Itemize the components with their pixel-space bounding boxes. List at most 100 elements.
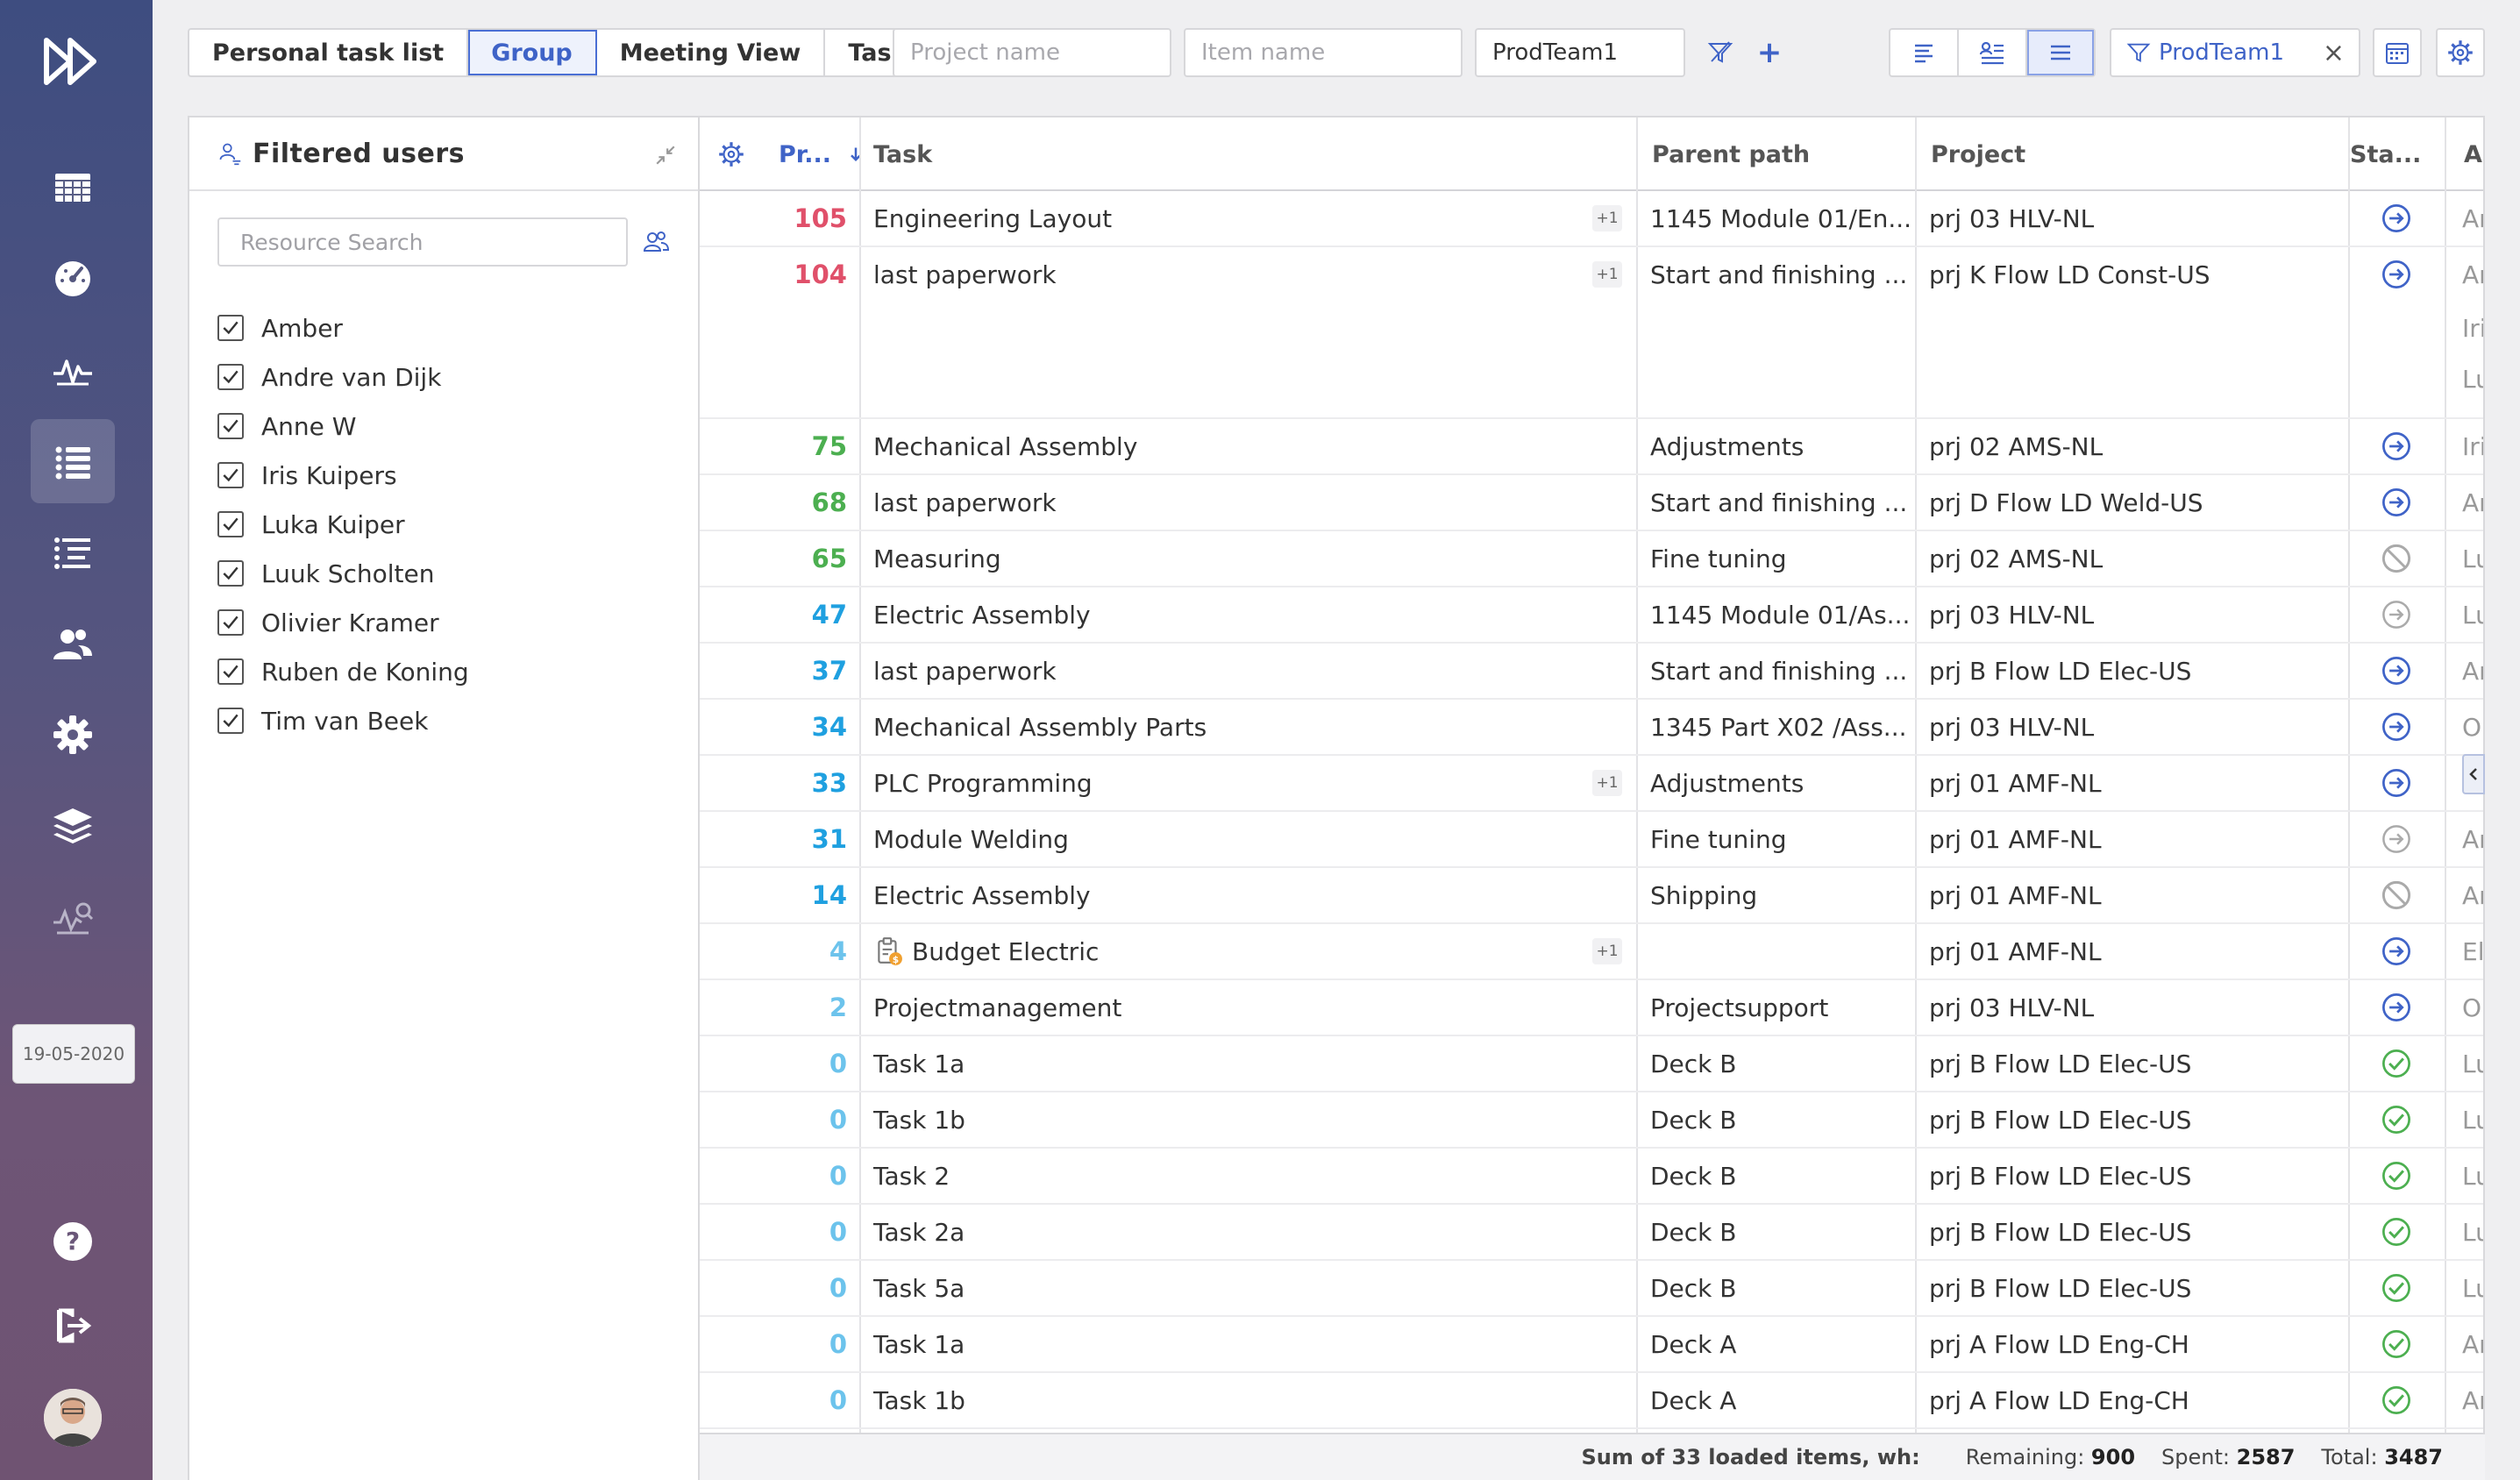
project-name[interactable]: prj D Flow LD Weld-US <box>1929 475 2341 530</box>
column-status[interactable]: Sta... <box>2336 117 2450 191</box>
project-name-input[interactable] <box>893 28 1171 77</box>
table-row[interactable]: 65 Measuring Fine tuning prj 02 AMS-NL Lu <box>700 531 2483 587</box>
project-name[interactable]: prj K Flow LD Const-US <box>1929 247 2341 302</box>
project-name[interactable]: prj 01 AMF-NL <box>1929 812 2341 866</box>
project-name[interactable]: prj 03 HLV-NL <box>1929 587 2341 642</box>
status-indicator[interactable] <box>2366 419 2427 473</box>
current-date-chip[interactable]: 19-05-2020 <box>12 1024 135 1084</box>
status-indicator[interactable] <box>2366 1261 2427 1315</box>
task-name[interactable]: Mechanical Assembly Parts <box>873 700 1594 754</box>
status-indicator[interactable] <box>2366 587 2427 642</box>
task-name[interactable]: Task 2 <box>873 1149 1594 1203</box>
task-name[interactable]: last paperwork <box>873 644 1594 698</box>
tab-group[interactable]: Group <box>468 30 597 75</box>
table-row[interactable]: 37 last paperwork Start and finishing ... p… <box>700 644 2483 700</box>
user-filter-item[interactable]: Luuk Scholten <box>217 549 469 598</box>
task-name[interactable]: PLC Programming <box>873 756 1594 810</box>
task-name[interactable]: Task 1b <box>873 1092 1594 1147</box>
gantt-list-icon[interactable] <box>31 510 115 594</box>
status-indicator[interactable] <box>2366 475 2427 530</box>
table-row[interactable]: 33 PLC Programming +1 Adjustments prj 01 AMF… <box>700 756 2483 812</box>
table-row[interactable]: 47 Electric Assembly 1145 Module 01/As... p… <box>700 587 2483 644</box>
task-name[interactable]: Task 1a <box>873 1036 1594 1091</box>
status-indicator[interactable] <box>2366 1373 2427 1427</box>
user-checkbox[interactable] <box>217 511 244 537</box>
status-indicator[interactable] <box>2366 980 2427 1035</box>
status-indicator[interactable] <box>2366 812 2427 866</box>
status-indicator[interactable] <box>2366 1205 2427 1259</box>
project-name[interactable]: prj B Flow LD Elec-US <box>1929 1205 2341 1259</box>
extra-assignee-badge[interactable]: +1 <box>1592 770 1622 796</box>
project-name[interactable]: prj 02 AMS-NL <box>1929 419 2341 473</box>
user-checkbox[interactable] <box>217 609 244 636</box>
calendar-grid-icon[interactable] <box>31 146 115 230</box>
dashboard-gauge-icon[interactable] <box>31 237 115 321</box>
activity-icon[interactable] <box>31 328 115 412</box>
table-row[interactable]: 4 $ Budget Electric +1 prj 01 AMF-NL El <box>700 924 2483 980</box>
task-name[interactable]: last paperwork <box>873 475 1594 530</box>
view-mode-compact[interactable] <box>1890 30 1959 75</box>
column-project[interactable]: Project <box>1917 117 2336 191</box>
user-checkbox[interactable] <box>217 462 244 488</box>
resource-search-input[interactable] <box>217 217 628 267</box>
task-list-icon[interactable] <box>31 419 115 503</box>
user-filter-item[interactable]: Tim van Beek <box>217 696 469 745</box>
project-name[interactable]: prj B Flow LD Elec-US <box>1929 1149 2341 1203</box>
help-icon[interactable]: ? <box>31 1199 115 1284</box>
table-row[interactable]: 0 Task 5a Deck B prj B Flow LD Elec-US Lu <box>700 1261 2483 1317</box>
column-task[interactable]: Task <box>859 117 1633 191</box>
status-indicator[interactable] <box>2366 644 2427 698</box>
user-filter-item[interactable]: Ruben de Koning <box>217 647 469 696</box>
status-indicator[interactable] <box>2366 531 2427 586</box>
table-row[interactable]: 0 Task 1a Deck A prj A Flow LD Eng-CH Ar <box>700 1317 2483 1373</box>
project-name[interactable]: prj 03 HLV-NL <box>1929 191 2341 245</box>
view-mode-grouped[interactable] <box>1959 30 2027 75</box>
logout-icon[interactable] <box>31 1284 115 1368</box>
team-filter-chip[interactable]: ProdTeam1 × <box>2110 28 2360 77</box>
column-assignee[interactable]: As <box>2450 117 2483 191</box>
task-name[interactable]: Electric Assembly <box>873 868 1594 922</box>
project-name[interactable]: prj 01 AMF-NL <box>1929 868 2341 922</box>
task-name[interactable]: Module Welding <box>873 812 1594 866</box>
status-indicator[interactable] <box>2366 756 2427 810</box>
user-filter-item[interactable]: Luka Kuiper <box>217 500 469 549</box>
logo-icon[interactable] <box>31 19 115 103</box>
extra-assignee-badge[interactable]: +1 <box>1592 205 1622 231</box>
task-name[interactable]: Budget Electric <box>912 924 1594 978</box>
table-row[interactable]: 0 Task 1b Deck B prj B Flow LD Elec-US Lu <box>700 1092 2483 1149</box>
user-checkbox[interactable] <box>217 413 244 439</box>
team-input[interactable] <box>1475 28 1685 77</box>
user-checkbox[interactable] <box>217 708 244 734</box>
item-name-input[interactable] <box>1184 28 1463 77</box>
project-name[interactable]: prj B Flow LD Elec-US <box>1929 1261 2341 1315</box>
collapse-panel-icon[interactable] <box>654 144 677 167</box>
task-name[interactable]: Measuring <box>873 531 1594 586</box>
remove-team-filter-button[interactable]: × <box>2323 38 2345 68</box>
task-name[interactable]: Task 1a <box>873 1317 1594 1371</box>
clear-filter-icon[interactable] <box>1701 28 1740 77</box>
users-icon[interactable] <box>31 601 115 686</box>
layers-icon[interactable] <box>31 784 115 868</box>
table-row[interactable]: 75 Mechanical Assembly Adjustments prj 02 A… <box>700 419 2483 475</box>
status-indicator[interactable] <box>2366 700 2427 754</box>
user-checkbox[interactable] <box>217 315 244 341</box>
settings-button[interactable] <box>2436 28 2485 77</box>
project-name[interactable]: prj B Flow LD Elec-US <box>1929 1092 2341 1147</box>
table-row[interactable]: 0 Task 1b Deck A prj A Flow LD Eng-CH Ar <box>700 1373 2483 1429</box>
project-name[interactable]: prj B Flow LD Elec-US <box>1929 644 2341 698</box>
status-indicator[interactable] <box>2366 924 2427 978</box>
status-indicator[interactable] <box>2366 191 2427 245</box>
task-name[interactable]: last paperwork <box>873 247 1594 302</box>
table-row[interactable]: 0 Task 1a Deck B prj B Flow LD Elec-US Lu <box>700 1036 2483 1092</box>
task-name[interactable]: Electric Assembly <box>873 587 1594 642</box>
column-parent-path[interactable]: Parent path <box>1638 117 1917 191</box>
user-checkbox[interactable] <box>217 658 244 685</box>
project-name[interactable]: prj 03 HLV-NL <box>1929 980 2341 1035</box>
status-indicator[interactable] <box>2366 1317 2427 1371</box>
table-row[interactable]: 68 last paperwork Start and finishing ... p… <box>700 475 2483 531</box>
select-users-icon[interactable] <box>642 228 670 256</box>
project-name[interactable]: prj A Flow LD Eng-CH <box>1929 1373 2341 1427</box>
project-name[interactable]: prj A Flow LD Eng-CH <box>1929 1317 2341 1371</box>
task-name[interactable]: Projectmanagement <box>873 980 1594 1035</box>
user-filter-item[interactable]: Olivier Kramer <box>217 598 469 647</box>
